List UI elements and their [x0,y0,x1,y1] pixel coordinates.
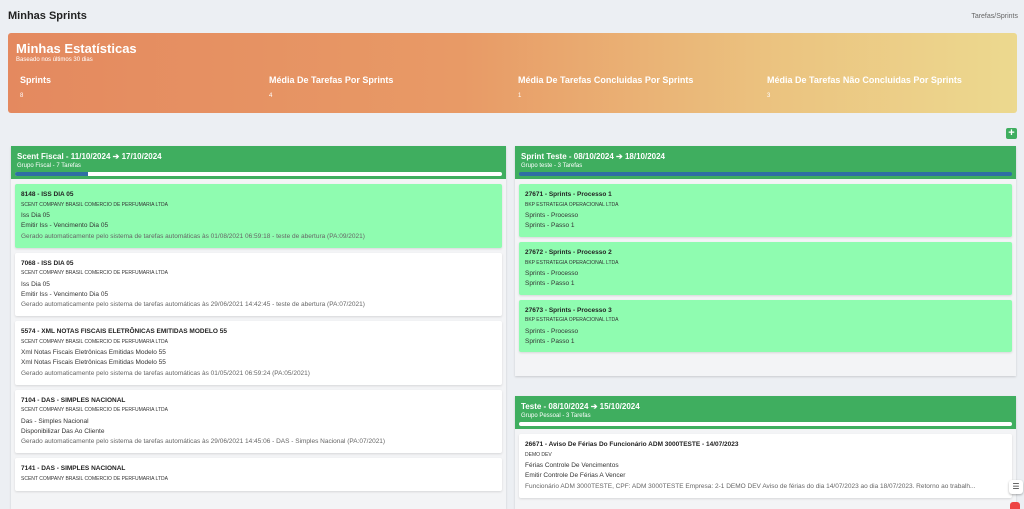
task-title: 27671 - Sprints - Processo 1 [525,191,612,198]
task-footer: Gerado automaticamente pelo sistema de t… [21,369,310,377]
sprint-start: Sprint Teste - 08/10/2024 [521,152,614,161]
task-card[interactable]: 7068 - ISS DIA 05 SCENT COMPANY BRASIL CO… [15,252,502,316]
stat-value: 4 [269,93,273,99]
add-sprint-button[interactable]: + [1006,128,1017,139]
sprint-start: Teste - 08/10/2024 [521,402,589,411]
task-company: BKP ESTRATEGIA OPERACIONAL LTDA [525,201,619,208]
task-company: SCENT COMPANY BRASIL COMERCIO DE PERFUMA… [21,270,168,277]
task-line: Emitir Iss - Vencimento Dia 05 [21,290,109,298]
task-company: SCENT COMPANY BRASIL COMERCIO DE PERFUMA… [21,407,168,414]
task-line: Sprints - Passo 1 [525,279,575,287]
plus-icon: + [1008,127,1015,139]
task-title: 7141 - DAS - SIMPLES NACIONAL [21,465,126,472]
task-line: Iss Dia 05 [21,280,50,288]
task-title: 27672 - Sprints - Processo 2 [525,248,612,256]
sprint-column: Sprint Teste - 08/10/2024 ➔ 18/10/2024 Gr… [515,146,1016,376]
task-line: Emitir Iss - Vencimento Dia 05 [21,222,109,229]
sprint-title: Teste - 08/10/2024 ➔ 15/10/2024 [521,402,1010,411]
task-title: 8148 - ISS DIA 05 [21,191,74,198]
notification-icon[interactable] [1010,502,1020,509]
task-footer: Funcionário ADM 3000TESTE, CPF: ADM 3000… [525,482,976,490]
task-card[interactable]: 5574 - XML NOTAS FISCAIS ELETRÔNICAS EMI… [15,321,502,385]
stats-subtitle: Baseado nos últimos 30 dias [16,57,93,63]
sprint-title: Scent Fiscal - 11/10/2024 ➔ 17/10/2024 [17,152,500,161]
task-line: Férias Controle De Vencimentos [525,462,619,470]
book-icon[interactable]: ☰ [1009,480,1023,494]
sprint-progress-bar [519,422,1012,426]
stat-value: 1 [518,93,522,99]
sprint-end: 18/10/2024 [624,152,666,161]
sprint-header[interactable]: Scent Fiscal - 11/10/2024 ➔ 17/10/2024 Gr… [11,146,506,179]
task-line: Sprints - Processo [525,270,579,277]
sprint-subtitle: Grupo teste - 3 Tarefas [521,163,583,169]
task-company: SCENT COMPANY BRASIL COMERCIO DE PERFUMA… [21,338,168,345]
stat-avg-tasks: Média De Tarefas Por Sprints 4 [269,75,393,99]
task-footer: Gerado automaticamente pelo sistema de t… [21,438,386,446]
task-line: Sprints - Passo 1 [525,337,575,345]
arrow-right-icon: ➔ [616,152,623,161]
stat-value: 3 [767,93,771,99]
sprint-column: Scent Fiscal - 11/10/2024 ➔ 17/10/2024 Gr… [11,146,506,509]
top-bar: Minhas Sprints Tarefas/Sprints [0,0,1024,30]
stat-avg-not-completed: Média De Tarefas Não Concluidas Por Spri… [767,75,962,99]
task-line: Sprints - Passo 1 [525,222,575,229]
task-card[interactable]: 7104 - DAS - SIMPLES NACIONAL SCENT COMPA… [15,389,502,453]
task-company: BKP ESTRATEGIA OPERACIONAL LTDA [525,259,619,266]
task-line: Emitir Controle De Férias A Vencer [525,472,626,479]
task-title: 7104 - DAS - SIMPLES NACIONAL [21,396,126,404]
sprint-progress-bar [15,172,502,176]
task-card[interactable]: 27673 - Sprints - Processo 3 BKP ESTRATEG… [519,299,1012,353]
task-footer: Gerado automaticamente pelo sistema de t… [21,301,365,309]
stat-value: 8 [20,93,24,99]
task-line: Xml Notas Fiscais Eletrônicas Emitidas M… [21,359,166,366]
arrow-right-icon: ➔ [590,402,598,411]
task-card[interactable]: 8148 - ISS DIA 05 SCENT COMPANY BRASIL CO… [15,184,502,248]
task-line: Disponibilizar Das Ao Cliente [21,427,105,435]
sprint-end: 15/10/2024 [599,402,640,411]
task-company: SCENT COMPANY BRASIL COMERCIO DE PERFUMA… [21,201,168,208]
task-company: DEMO DEV [525,451,552,458]
sprint-subtitle: Grupo Pessoal - 3 Tarefas [521,413,591,419]
sprint-title: Sprint Teste - 08/10/2024 ➔ 18/10/2024 [521,152,1010,161]
sprint-progress-fill [519,172,1012,176]
stat-sprints: Sprints 8 [20,75,51,99]
arrow-right-icon: ➔ [112,152,120,161]
task-card[interactable]: 26671 - Aviso De Férias Do Funcionário A… [519,434,1012,498]
task-title: 7068 - ISS DIA 05 [21,259,74,267]
stat-avg-completed: Média De Tarefas Concluidas Por Sprints … [518,75,693,99]
task-line: Sprints - Processo [525,327,579,335]
task-line: Sprints - Processo [525,212,579,220]
task-card[interactable]: 27671 - Sprints - Processo 1 BKP ESTRATEG… [519,184,1012,237]
task-company: SCENT COMPANY BRASIL COMERCIO DE PERFUMA… [21,475,168,482]
task-card[interactable]: 7141 - DAS - SIMPLES NACIONAL SCENT COMPA… [15,458,502,492]
sprint-column: Teste - 08/10/2024 ➔ 15/10/2024 Grupo Pes… [515,396,1016,509]
sprint-end: 17/10/2024 [121,152,162,161]
task-card[interactable]: 27672 - Sprints - Processo 2 BKP ESTRATEG… [519,241,1012,295]
task-line: Iss Dia 05 [21,212,50,220]
task-title: 27673 - Sprints - Processo 3 [525,306,612,314]
task-line: Das - Simples Nacional [21,417,89,425]
stat-label: Média De Tarefas Por Sprints [269,75,394,85]
task-title: 26671 - Aviso De Férias Do Funcionário A… [525,441,739,448]
stats-title: Minhas Estatísticas [16,41,137,56]
task-line: Xml Notas Fiscais Eletrônicas Emitidas M… [21,349,166,357]
sprint-header[interactable]: Sprint Teste - 08/10/2024 ➔ 18/10/2024 Gr… [515,146,1016,179]
page-title: Minhas Sprints [8,10,87,22]
stat-label: Média De Tarefas Não Concluidas Por Spri… [767,75,962,85]
task-footer: Gerado automaticamente pelo sistema de t… [21,232,365,240]
sprint-progress-bar [519,172,1012,176]
sprint-start: Scent Fiscal - 11/10/2024 [17,152,111,161]
stat-label: Sprints [20,75,52,85]
sprint-header[interactable]: Teste - 08/10/2024 ➔ 15/10/2024 Grupo Pes… [515,396,1016,429]
task-company: BKP ESTRATEGIA OPERACIONAL LTDA [525,317,619,324]
task-title: 5574 - XML NOTAS FISCAIS ELETRÔNICAS EMI… [21,328,227,335]
stats-panel: Minhas Estatísticas Baseado nos últimos … [8,33,1017,113]
breadcrumb[interactable]: Tarefas/Sprints [971,13,1018,20]
stat-label: Média De Tarefas Concluidas Por Sprints [518,75,694,85]
sprint-progress-fill [15,172,89,176]
sprint-subtitle: Grupo Fiscal - 7 Tarefas [17,163,81,169]
